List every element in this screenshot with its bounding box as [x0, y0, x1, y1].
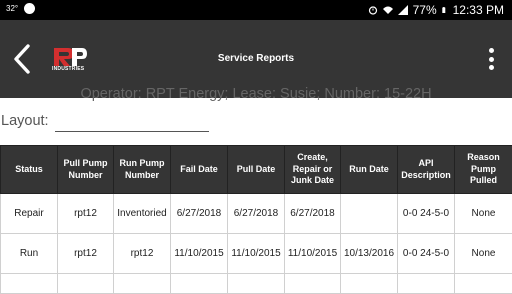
signal-icon [398, 5, 408, 15]
table-cell: Run [1, 234, 58, 274]
table-cell [341, 274, 398, 294]
table-row[interactable]: Repair rpt12 Inventoried 6/27/2018 6/27/… [1, 194, 512, 234]
table-cell [285, 274, 341, 294]
temperature-text: 32° [6, 4, 18, 13]
layout-field[interactable] [55, 114, 209, 132]
service-reports-table: Status Pull Pump Number Run Pump Number … [0, 145, 512, 294]
alarm-icon [368, 5, 378, 15]
table-cell: None [455, 234, 512, 274]
column-header[interactable]: API Description [398, 146, 455, 194]
status-bar: 32° 77% 12:33 PM [0, 0, 512, 20]
battery-percent: 77% [413, 3, 437, 17]
table-cell: Inventoried [114, 194, 171, 234]
battery-icon [442, 5, 448, 15]
table-cell [114, 274, 171, 294]
column-header[interactable]: Fail Date [171, 146, 228, 194]
table-row[interactable]: Run rpt12 rpt12 11/10/2015 11/10/2015 11… [1, 234, 512, 274]
table-cell: 11/10/2015 [171, 234, 228, 274]
column-header[interactable]: Create, Repair or Junk Date [285, 146, 341, 194]
table-cell: rpt12 [58, 234, 114, 274]
table-cell: 11/10/2015 [228, 234, 285, 274]
table-cell [171, 274, 228, 294]
column-header[interactable]: Reason Pump Pulled [455, 146, 512, 194]
table-cell: 10/13/2016 [341, 234, 398, 274]
column-header[interactable]: Run Date [341, 146, 398, 194]
table-cell [1, 274, 58, 294]
table-cell: 0-0 24-5-0 [398, 234, 455, 274]
table-cell [398, 274, 455, 294]
phone-icon [24, 3, 35, 14]
operator-info: Operator: RPT Energy; Lease: Susie; Numb… [0, 86, 512, 102]
table-header-row: Status Pull Pump Number Run Pump Number … [1, 146, 512, 194]
overflow-menu-icon[interactable] [484, 44, 498, 74]
layout-label: Layout: [1, 113, 49, 129]
table-cell: 6/27/2018 [228, 194, 285, 234]
table-cell [228, 274, 285, 294]
logo-subtext: INDUSTRIES [52, 66, 84, 72]
table-cell: Repair [1, 194, 58, 234]
column-header[interactable]: Pull Pump Number [58, 146, 114, 194]
wifi-icon [383, 5, 393, 15]
table-cell: 6/27/2018 [285, 194, 341, 234]
column-header[interactable]: Run Pump Number [114, 146, 171, 194]
table-cell [341, 194, 398, 234]
table-cell: rpt12 [114, 234, 171, 274]
table-cell: 6/27/2018 [171, 194, 228, 234]
table-cell [455, 274, 512, 294]
table-row[interactable] [1, 274, 512, 294]
column-header[interactable]: Pull Date [228, 146, 285, 194]
table-cell [58, 274, 114, 294]
clock-text: 12:33 PM [453, 3, 504, 17]
table-cell: 11/10/2015 [285, 234, 341, 274]
column-header[interactable]: Status [1, 146, 58, 194]
table-cell: rpt12 [58, 194, 114, 234]
table-cell: 0-0 24-5-0 [398, 194, 455, 234]
page-title: Service Reports [0, 53, 512, 64]
table-cell: None [455, 194, 512, 234]
